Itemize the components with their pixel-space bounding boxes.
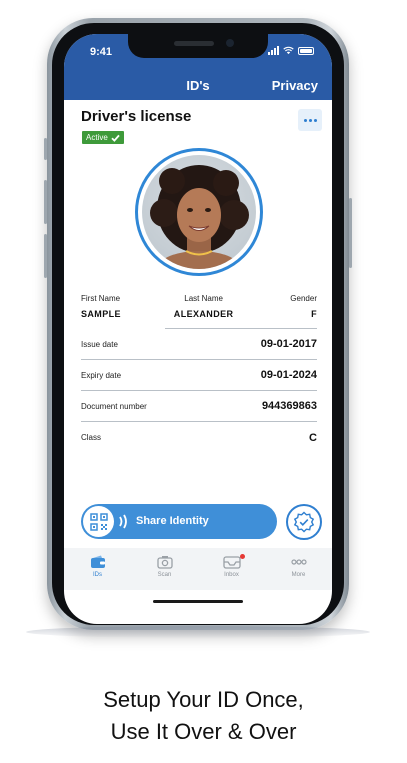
privacy-link[interactable]: Privacy — [272, 78, 318, 93]
expiry-date-label: Expiry date — [81, 370, 122, 380]
wifi-icon — [283, 46, 294, 55]
tab-more-label: More — [291, 572, 306, 578]
battery-icon — [298, 46, 314, 55]
issue-date-value: 09-01-2017 — [260, 338, 317, 350]
app-screen: 9:41 ID's Privacy Driver's license Activ… — [64, 34, 332, 624]
verified-settings-button[interactable] — [286, 504, 322, 540]
dot — [313, 118, 317, 122]
inbox-icon — [222, 556, 241, 569]
verified-badge-icon — [293, 511, 315, 533]
first-name-label: First Name — [81, 294, 121, 303]
profile-photo-frame — [135, 148, 263, 276]
issue-date-label: Issue date — [81, 339, 118, 349]
document-number-label: Document number — [81, 401, 147, 411]
phone-side-button — [44, 138, 47, 160]
caption-line-1: Setup Your ID Once, — [103, 687, 304, 712]
tab-scan-label: Scan — [157, 572, 172, 578]
qr-code-icon — [83, 506, 114, 537]
gender-value: F — [311, 309, 317, 319]
phone-notch — [128, 34, 268, 58]
tab-ids-label: IDs — [93, 572, 102, 578]
camera-icon — [156, 556, 173, 569]
speaker-grille — [174, 41, 214, 46]
status-time: 9:41 — [90, 46, 113, 58]
more-icon — [290, 559, 307, 565]
document-number-value: 944369863 — [261, 400, 317, 412]
phone-shadow — [26, 626, 370, 638]
status-icons — [268, 46, 314, 55]
more-options-button[interactable] — [298, 109, 322, 131]
tab-ids[interactable]: IDs — [64, 548, 131, 590]
last-name-field: Last Name ALEXANDER — [174, 294, 234, 319]
front-camera — [226, 39, 234, 47]
bottom-tab-bar: IDs Scan Inbox More — [64, 548, 332, 590]
tab-inbox-label: Inbox — [224, 572, 239, 578]
id-fields: First Name SAMPLE Last Name ALEXANDER Ge… — [81, 294, 317, 453]
last-name-label: Last Name — [184, 294, 223, 303]
tab-inbox[interactable]: Inbox — [198, 548, 265, 590]
share-identity-button[interactable]: Share Identity — [81, 504, 277, 539]
class-row: Class C — [81, 422, 317, 453]
dot — [303, 118, 307, 122]
share-identity-label: Share Identity — [136, 515, 209, 527]
phone-bezel: 9:41 ID's Privacy Driver's license Activ… — [52, 23, 344, 625]
signal-icon — [268, 46, 279, 55]
phone-power-button — [349, 198, 352, 268]
tab-scan[interactable]: Scan — [131, 548, 198, 590]
tab-more[interactable]: More — [265, 548, 332, 590]
last-name-value: ALEXANDER — [173, 309, 234, 319]
checkmark-icon — [111, 134, 120, 142]
dot — [308, 118, 312, 122]
first-name-value: SAMPLE — [81, 309, 121, 319]
status-badge-label: Active — [86, 133, 108, 142]
phone-volume-down — [44, 234, 47, 278]
gender-field: Gender F — [290, 294, 317, 319]
card-title: Driver's license — [81, 108, 192, 125]
status-badge: Active — [82, 131, 124, 144]
wallet-icon — [90, 555, 105, 568]
expiry-date-row: Expiry date 09-01-2024 — [81, 360, 317, 391]
expiry-date-value: 09-01-2024 — [260, 369, 317, 381]
document-number-row: Document number 944369863 — [81, 391, 317, 422]
notification-dot — [240, 554, 245, 559]
gender-label: Gender — [290, 294, 317, 303]
marketing-caption: Setup Your ID Once, Use It Over & Over — [0, 684, 407, 748]
issue-date-row: Issue date 09-01-2017 — [81, 329, 317, 360]
home-indicator[interactable] — [153, 600, 243, 603]
first-name-field: First Name SAMPLE — [81, 294, 121, 319]
class-label: Class — [81, 433, 102, 442]
profile-photo — [142, 155, 256, 269]
name-row: First Name SAMPLE Last Name ALEXANDER Ge… — [81, 294, 317, 319]
class-value: C — [309, 431, 317, 444]
caption-line-2: Use It Over & Over — [110, 719, 297, 744]
person-portrait-icon — [150, 165, 249, 269]
contactless-icon — [119, 514, 127, 529]
phone-frame: 9:41 ID's Privacy Driver's license Activ… — [44, 18, 352, 630]
phone-volume-up — [44, 180, 47, 224]
